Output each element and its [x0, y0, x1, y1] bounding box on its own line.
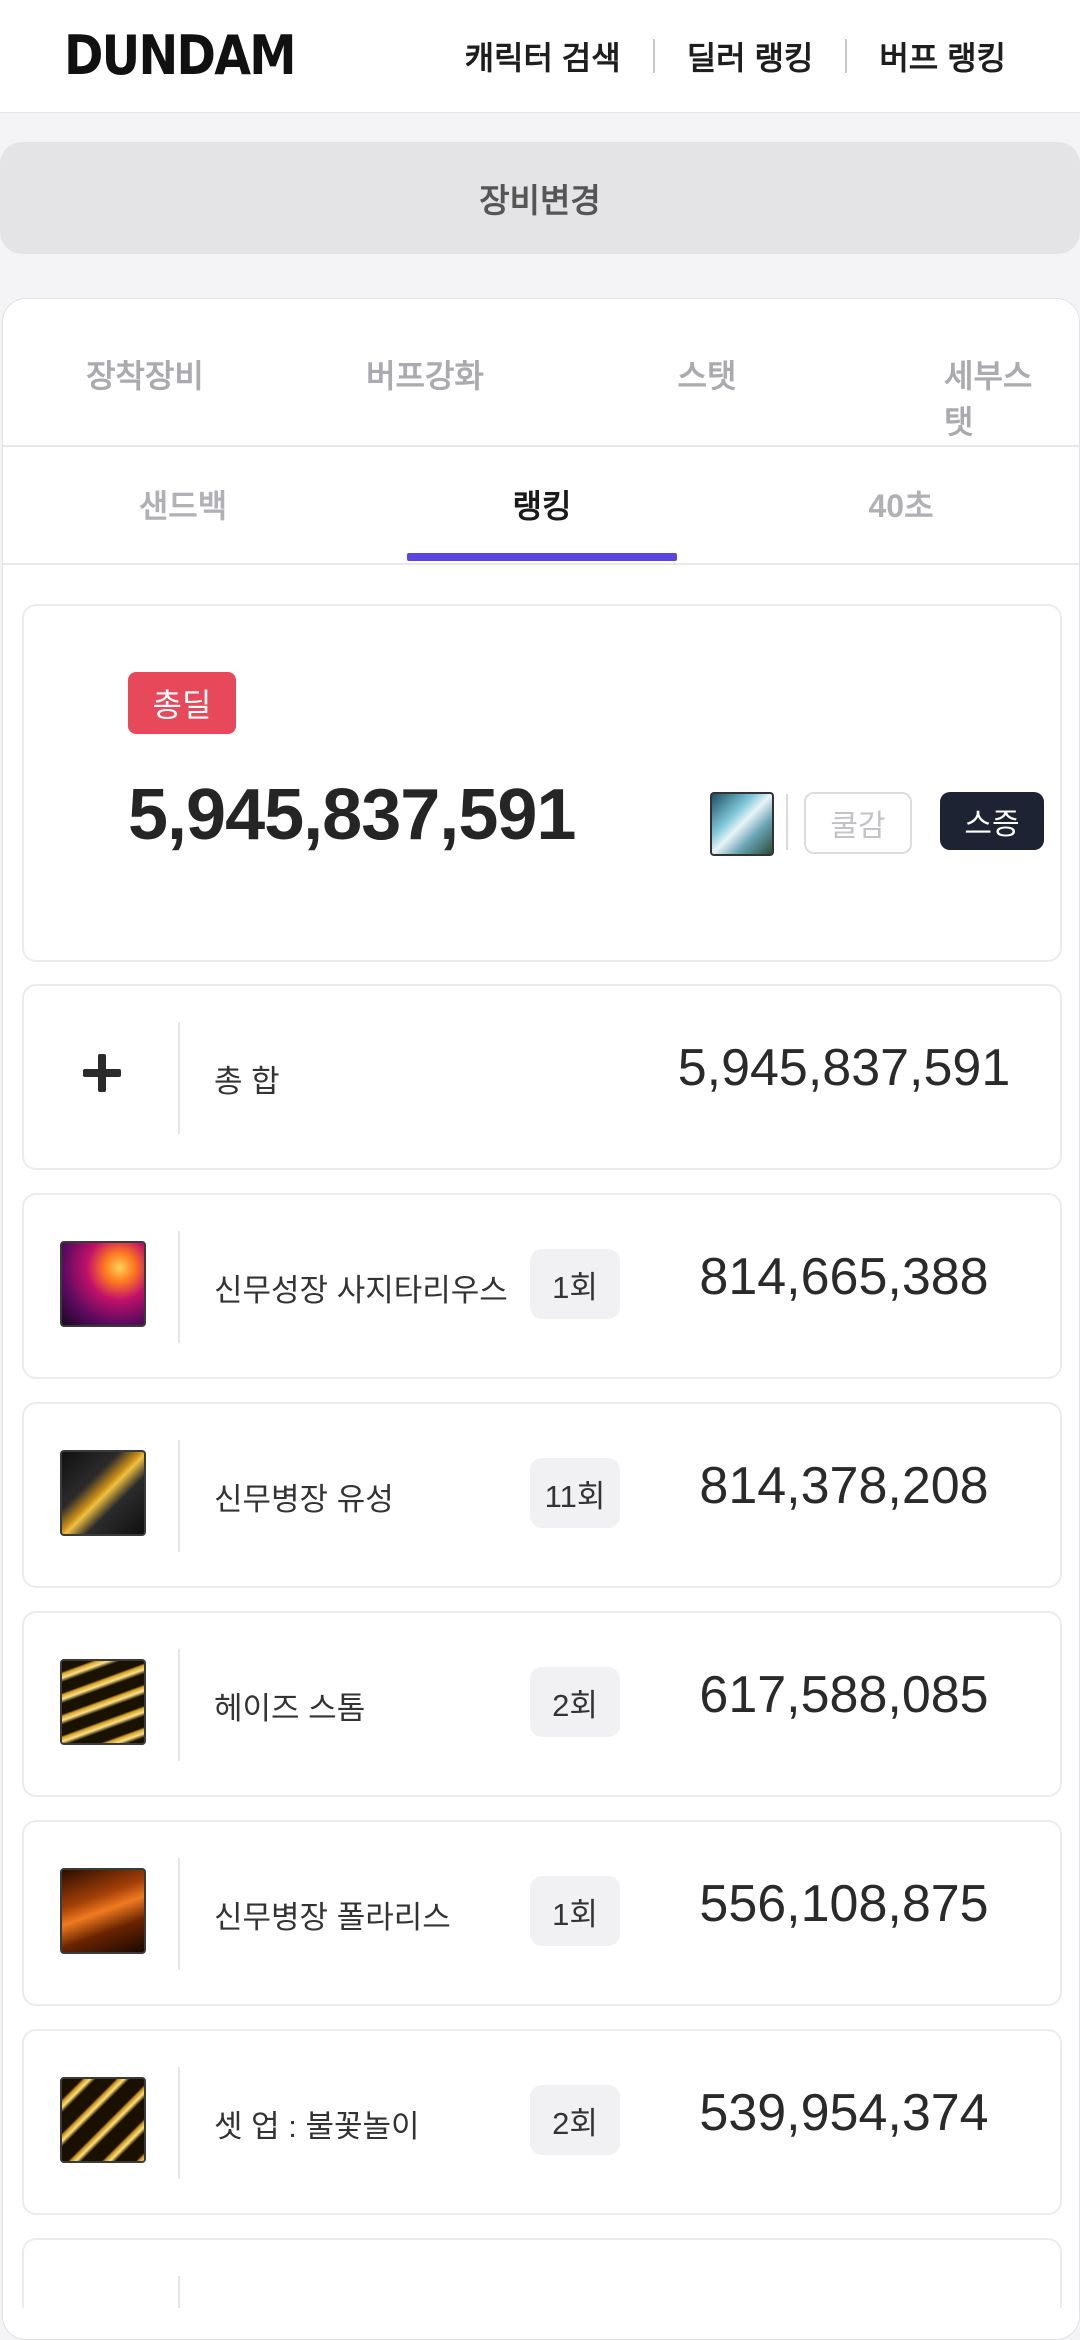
sagittarius-skill-icon	[60, 1241, 146, 1327]
skill-row[interactable]: 신무병장 유성 11회 814,378,208	[22, 1402, 1062, 1588]
skill-name: 신무병장 폴라리스	[214, 1900, 451, 1935]
active-tab-indicator	[407, 553, 677, 561]
skill-hit-count: 1회	[530, 1249, 620, 1319]
nav-dealer-ranking[interactable]: 딜러 랭킹	[655, 33, 846, 79]
skill-name: 신무성장 사지타리우스	[214, 1273, 508, 1308]
skill-row[interactable]: 신무성장 사지타리우스 1회 814,665,388	[22, 1193, 1062, 1379]
top-nav: 캐릭터 검색 딜러 랭킹 버프 랭킹	[433, 0, 1080, 112]
divider	[178, 2067, 180, 2179]
total-damage-value: 5,945,837,591	[128, 775, 576, 855]
meteor-skill-icon	[60, 1450, 146, 1536]
primary-tabs: 장착장비 버프강화 스탯 세부스탯	[3, 299, 1079, 447]
skill-damage: 814,665,388	[699, 1248, 989, 1306]
top-header: DUNDAM 캐릭터 검색 딜러 랭킹 버프 랭킹	[0, 0, 1080, 113]
skill-row[interactable]: 헤이즈 스톰 2회 617,588,085	[22, 1611, 1062, 1797]
skill-row-partial[interactable]	[22, 2238, 1062, 2308]
divider	[178, 1440, 180, 1552]
divider	[178, 1022, 180, 1134]
skill-hit-count: 11회	[530, 1458, 620, 1528]
tab-buff-enhance[interactable]: 버프강화	[366, 351, 484, 397]
total-row: 총 합 5,945,837,591	[22, 984, 1062, 1170]
fireworks-skill-icon	[60, 2077, 146, 2163]
total-damage-panel: 총딜 5,945,837,591 쿨감 스증	[22, 604, 1062, 962]
skill-name: 헤이즈 스톰	[214, 1691, 366, 1726]
skill-damage: 617,588,085	[699, 1666, 989, 1724]
total-value: 5,945,837,591	[677, 1039, 1011, 1097]
tab-ranking[interactable]: 랭킹	[513, 481, 572, 527]
skill-hit-count: 2회	[530, 1667, 620, 1737]
skill-damage: 556,108,875	[699, 1875, 989, 1933]
tab-detailed-stats[interactable]: 세부스탯	[944, 351, 1034, 443]
skill-damage: 814,378,208	[699, 1457, 989, 1515]
tab-stats[interactable]: 스탯	[678, 351, 737, 397]
skill-row[interactable]: 셋 업 : 불꽃놀이 2회 539,954,374	[22, 2029, 1062, 2215]
cooldown-toggle-button[interactable]: 쿨감	[804, 792, 912, 854]
nav-buffer-ranking[interactable]: 버프 랭킹	[847, 33, 1080, 79]
total-damage-badge: 총딜	[128, 672, 236, 734]
tab-equipment[interactable]: 장착장비	[86, 351, 204, 397]
skill-hit-count: 2회	[530, 2085, 620, 2155]
nav-character-search[interactable]: 캐릭터 검색	[433, 33, 653, 79]
total-label: 총 합	[214, 1064, 280, 1099]
divider	[178, 2276, 180, 2308]
divider	[178, 1231, 180, 1343]
divider	[178, 1858, 180, 1970]
polaris-skill-icon	[60, 1868, 146, 1954]
tab-sandbag[interactable]: 샌드백	[139, 481, 227, 527]
change-equipment-button[interactable]: 장비변경	[0, 142, 1080, 254]
divider	[178, 1649, 180, 1761]
secondary-tabs: 샌드백 랭킹 40초	[3, 447, 1079, 565]
divider	[786, 794, 788, 850]
plus-icon[interactable]	[78, 1048, 126, 1096]
skill-hit-count: 1회	[530, 1876, 620, 1946]
skill-name: 신무병장 유성	[214, 1482, 394, 1517]
tab-40sec[interactable]: 40초	[868, 481, 933, 527]
skill-row[interactable]: 신무병장 폴라리스 1회 556,108,875	[22, 1820, 1062, 2006]
skill-damage: 539,954,374	[699, 2084, 989, 2142]
dundam-logo[interactable]: DUNDAM	[64, 24, 297, 87]
stat-increase-toggle-button[interactable]: 스증	[940, 792, 1044, 850]
haze-storm-skill-icon	[60, 1659, 146, 1745]
skill-name: 셋 업 : 불꽃놀이	[214, 2109, 420, 2144]
buff-skill-icon[interactable]	[710, 792, 774, 856]
